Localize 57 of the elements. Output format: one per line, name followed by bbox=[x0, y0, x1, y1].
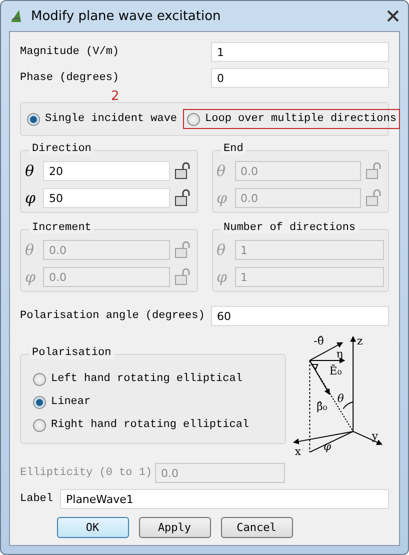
padlock-icon bbox=[174, 241, 192, 259]
radio-label: Loop over multiple directions bbox=[205, 113, 396, 125]
group-title: Direction bbox=[29, 143, 94, 155]
angle-field[interactable]: 20 bbox=[43, 161, 170, 181]
window-title: Modify plane wave excitation bbox=[31, 8, 222, 24]
radio-label: Left hand rotating elliptical bbox=[51, 373, 242, 385]
angle-field[interactable]: 50 bbox=[43, 188, 170, 208]
group-title: Increment bbox=[29, 222, 94, 234]
angle-symbol: θ bbox=[25, 162, 36, 180]
dialog-button[interactable]: Apply bbox=[138, 517, 210, 538]
angle-symbol: φ bbox=[216, 189, 228, 207]
angle-symbol: φ bbox=[25, 189, 37, 207]
text-field[interactable]: 0 bbox=[211, 68, 389, 88]
axis-label: y bbox=[372, 429, 378, 442]
angle-symbol: θ bbox=[216, 162, 227, 180]
angle-symbol: φ bbox=[216, 268, 228, 286]
axis-label: Ē₀ bbox=[330, 364, 342, 378]
axis-label: η bbox=[336, 348, 344, 361]
axis-label: x bbox=[295, 445, 302, 457]
lock-button[interactable] bbox=[172, 188, 192, 208]
angle-symbol: θ bbox=[216, 241, 227, 259]
radio-label: Single incident wave bbox=[45, 113, 178, 125]
close-icon[interactable] bbox=[386, 9, 400, 23]
radio-button[interactable] bbox=[33, 418, 46, 432]
padlock-icon bbox=[365, 189, 383, 207]
padlock-icon bbox=[174, 189, 192, 207]
group-title: Polarisation bbox=[29, 347, 114, 359]
text-field[interactable]: 60 bbox=[211, 306, 389, 326]
angle-symbol: φ bbox=[25, 268, 37, 286]
radio-label: Linear bbox=[51, 396, 91, 408]
field-label: Phase (degrees) bbox=[20, 72, 120, 84]
text-field[interactable]: PlaneWave1 bbox=[60, 489, 389, 509]
field-label: Polarisation angle (degrees) bbox=[20, 310, 206, 322]
dialog-button[interactable]: Cancel bbox=[220, 517, 292, 538]
dialog-button[interactable]: OK bbox=[56, 517, 128, 538]
radio-label: Right hand rotating elliptical bbox=[51, 419, 250, 431]
radio-button[interactable] bbox=[33, 372, 46, 386]
axis-label: -θ̂ bbox=[314, 334, 324, 348]
padlock-icon bbox=[174, 268, 192, 286]
lock-button[interactable] bbox=[172, 161, 192, 181]
field-label: Label bbox=[20, 493, 54, 505]
radio-button[interactable] bbox=[187, 112, 200, 126]
angle-symbol: θ bbox=[25, 241, 36, 259]
field-label: Ellipticity (0 to 1) bbox=[20, 467, 152, 479]
radio-button[interactable] bbox=[33, 396, 46, 408]
field-label: Magnitude (V/m) bbox=[20, 46, 120, 58]
annotation-number: 2 bbox=[111, 89, 120, 104]
padlock-icon bbox=[174, 162, 192, 180]
axis-label: z bbox=[357, 334, 364, 348]
radio-button[interactable] bbox=[27, 112, 40, 126]
group-title: End bbox=[220, 143, 246, 155]
group-title: Number of directions bbox=[220, 222, 359, 234]
axis-label: θ bbox=[338, 392, 344, 405]
axis-label: β̂₀ bbox=[317, 400, 328, 413]
axis-label: φ bbox=[324, 440, 332, 454]
text-field[interactable]: 1 bbox=[211, 42, 389, 62]
padlock-icon bbox=[365, 162, 383, 180]
